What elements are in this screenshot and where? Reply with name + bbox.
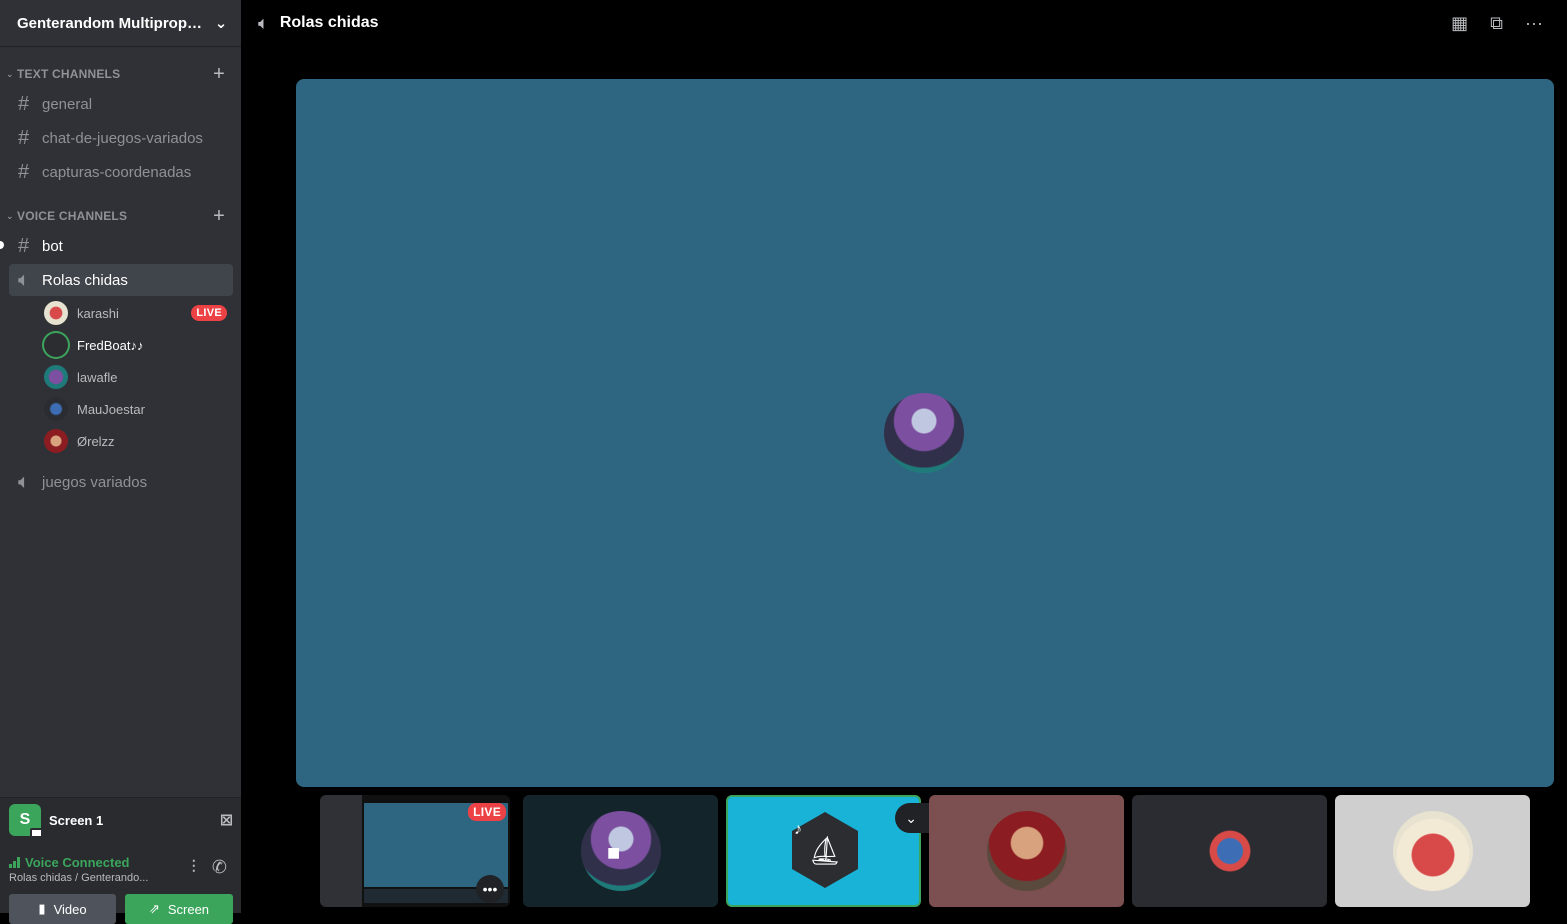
- focused-participant-stage[interactable]: [296, 79, 1554, 787]
- guild-name: Genterandom Multiprop…: [17, 14, 201, 32]
- channel-title: Rolas chidas: [279, 14, 379, 31]
- member-name: MauJoestar: [77, 401, 145, 417]
- live-badge: LIVE: [191, 305, 227, 321]
- channel-general[interactable]: # general: [9, 88, 233, 120]
- voice-member-lawafle[interactable]: lawafle: [44, 363, 227, 391]
- popout-icon[interactable]: ⧉: [1490, 13, 1503, 34]
- avatar: [44, 365, 68, 389]
- member-name: FredBoat♪♪: [77, 337, 144, 353]
- hash-icon: #: [18, 126, 30, 149]
- screen-button-label: Screen: [167, 901, 210, 917]
- channel-label: Rolas chidas: [42, 271, 128, 289]
- member-name: lawafle: [77, 369, 118, 385]
- more-options-icon[interactable]: •••: [476, 875, 504, 903]
- chevron-down-icon: ⌄: [214, 15, 228, 32]
- live-badge: LIVE: [468, 803, 506, 821]
- signal-bars-icon: [9, 857, 20, 868]
- voice-actions: ⫶ ✆: [191, 857, 227, 878]
- channel-juegos-variados[interactable]: 🔈︎ juegos variados: [9, 466, 233, 498]
- participant-tile-camera[interactable]: ■: [523, 795, 718, 907]
- channel-label: chat-de-juegos-variados: [42, 129, 203, 147]
- hash-icon: #: [18, 160, 30, 183]
- chevron-down-icon: ⌄: [905, 809, 917, 826]
- avatar: [1190, 811, 1270, 891]
- participant-tile-fredboat[interactable]: ⛵︎ ♪: [726, 795, 921, 907]
- video-button[interactable]: ▮ Video: [9, 894, 116, 924]
- camera-icon: ▮: [38, 901, 46, 916]
- member-name: Ørelzz: [77, 433, 115, 449]
- unread-indicator: [0, 241, 4, 249]
- voice-member-orelzz[interactable]: Ørelzz: [44, 427, 227, 455]
- stop-stream-icon[interactable]: ⊠: [220, 810, 233, 830]
- voice-topbar: 🔈︎ Rolas chidas ▦ ⧉ ···: [241, 0, 1567, 46]
- camera-icon: ■: [607, 840, 621, 865]
- add-channel-icon[interactable]: +: [213, 64, 225, 84]
- avatar: [987, 811, 1067, 891]
- channel-label: bot: [42, 237, 63, 255]
- guild-header[interactable]: Genterandom Multiprop… ⌄: [0, 0, 241, 47]
- music-note-icon: ♪: [794, 821, 802, 838]
- avatar: [44, 429, 68, 453]
- avatar: [44, 333, 68, 357]
- hash-icon: #: [18, 234, 30, 257]
- participant-tile-orelzz[interactable]: [929, 795, 1124, 907]
- channel-label: capturas-coordenadas: [42, 163, 192, 181]
- topbar-tools: ▦ ⧉ ···: [1451, 13, 1543, 34]
- speaker-icon: 🔈︎: [258, 12, 269, 33]
- share-screen-icon: ⇗: [148, 901, 160, 916]
- avatar: [1393, 811, 1473, 891]
- voice-connection: Voice Connected Rolas chidas / Genterand…: [9, 855, 233, 889]
- chevron-down-icon: ⌄: [6, 68, 14, 79]
- channel-chat-de-juegos-variados[interactable]: # chat-de-juegos-variados: [9, 122, 233, 154]
- channel-rolas-chidas[interactable]: 🔈︎ Rolas chidas: [9, 264, 233, 296]
- chevron-down-icon: ⌄: [6, 210, 14, 221]
- category-text-channels[interactable]: ⌄ TEXT CHANNELS +: [6, 64, 225, 84]
- category-label: TEXT CHANNELS: [17, 67, 121, 81]
- screen-share-icon: S: [9, 804, 43, 838]
- voice-status-label: Voice Connected: [25, 855, 130, 870]
- participant-tile-stream[interactable]: LIVE •••: [320, 795, 510, 907]
- avatar: [581, 811, 661, 891]
- voice-member-fredboat[interactable]: FredBoat♪♪: [44, 331, 227, 359]
- stream-panel: S Screen 1 ⊠ Voice Connected Rolas chida…: [0, 797, 241, 924]
- avatar: [44, 301, 68, 325]
- avatar: [44, 397, 68, 421]
- screen-button[interactable]: ⇗ Screen: [125, 894, 233, 924]
- member-name: karashi: [77, 305, 119, 321]
- add-channel-icon[interactable]: +: [213, 206, 225, 226]
- participant-tile-maujoestar[interactable]: [1132, 795, 1327, 907]
- speaker-icon: 🔈︎: [18, 268, 30, 291]
- stream-preview-sidebar: [320, 795, 362, 907]
- voice-member-maujoestar[interactable]: MauJoestar: [44, 395, 227, 423]
- channel-label: juegos variados: [42, 473, 148, 491]
- grid-view-icon[interactable]: ▦: [1451, 13, 1468, 34]
- video-button-label: Video: [53, 901, 87, 917]
- channel-capturas-coordenadas[interactable]: # capturas-coordenadas: [9, 156, 233, 188]
- category-voice-channels[interactable]: ⌄ VOICE CHANNELS +: [6, 206, 225, 226]
- noise-suppression-icon[interactable]: ⫶: [191, 857, 196, 878]
- screen-label: Screen 1: [49, 812, 104, 828]
- screen-letter: S: [19, 811, 31, 828]
- avatar: [884, 393, 964, 473]
- more-options-icon[interactable]: ···: [1525, 13, 1543, 34]
- voice-member-karashi[interactable]: karashi LIVE: [44, 299, 227, 327]
- channel-label: general: [42, 95, 93, 113]
- category-label: VOICE CHANNELS: [17, 209, 128, 223]
- disconnect-icon[interactable]: ✆: [212, 857, 227, 878]
- speaker-icon: 🔈︎: [18, 470, 30, 493]
- screen-share-row: S Screen 1 ⊠: [9, 804, 233, 838]
- participant-tile-karashi[interactable]: [1335, 795, 1530, 907]
- hash-icon: #: [18, 92, 30, 115]
- channel-sidebar: Genterandom Multiprop… ⌄ ⌄ TEXT CHANNELS…: [0, 0, 241, 924]
- channel-bot[interactable]: # bot: [9, 230, 233, 262]
